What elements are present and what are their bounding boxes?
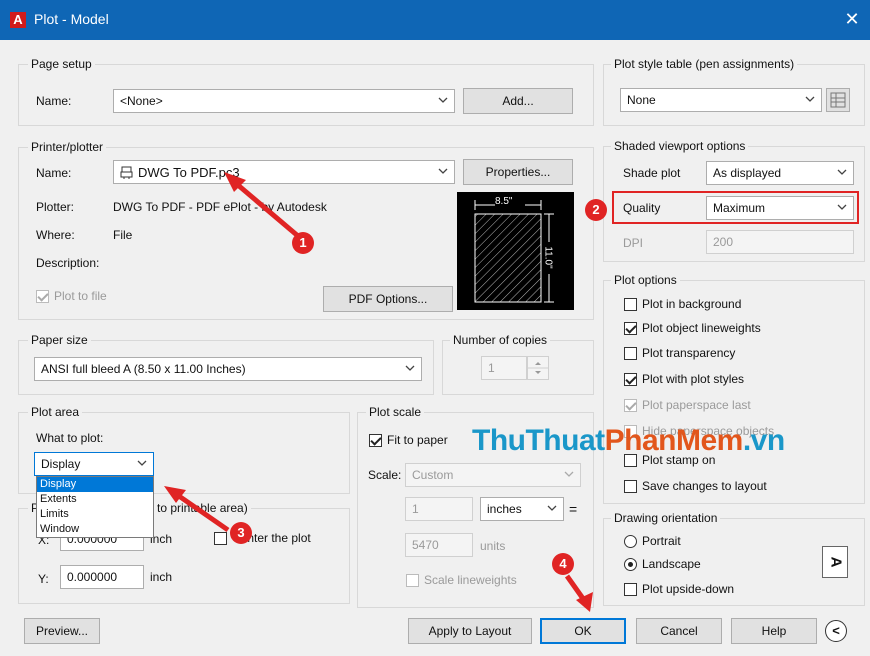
watermark: ThuThuatPhanMem.vn xyxy=(472,424,785,458)
watermark-part-3: .vn xyxy=(742,424,785,457)
annotation-arrows xyxy=(164,172,593,612)
arrow-4 xyxy=(564,574,587,602)
step-marker-2: 2 xyxy=(585,199,607,221)
watermark-part-2: PhanMem xyxy=(604,424,744,457)
step-marker-4: 4 xyxy=(552,553,574,575)
arrow-1 xyxy=(230,178,300,238)
step-marker-1: 1 xyxy=(292,232,314,254)
watermark-part-1: ThuThuat xyxy=(472,424,605,457)
arrow-3 xyxy=(174,491,230,533)
step-marker-3: 3 xyxy=(230,522,252,544)
